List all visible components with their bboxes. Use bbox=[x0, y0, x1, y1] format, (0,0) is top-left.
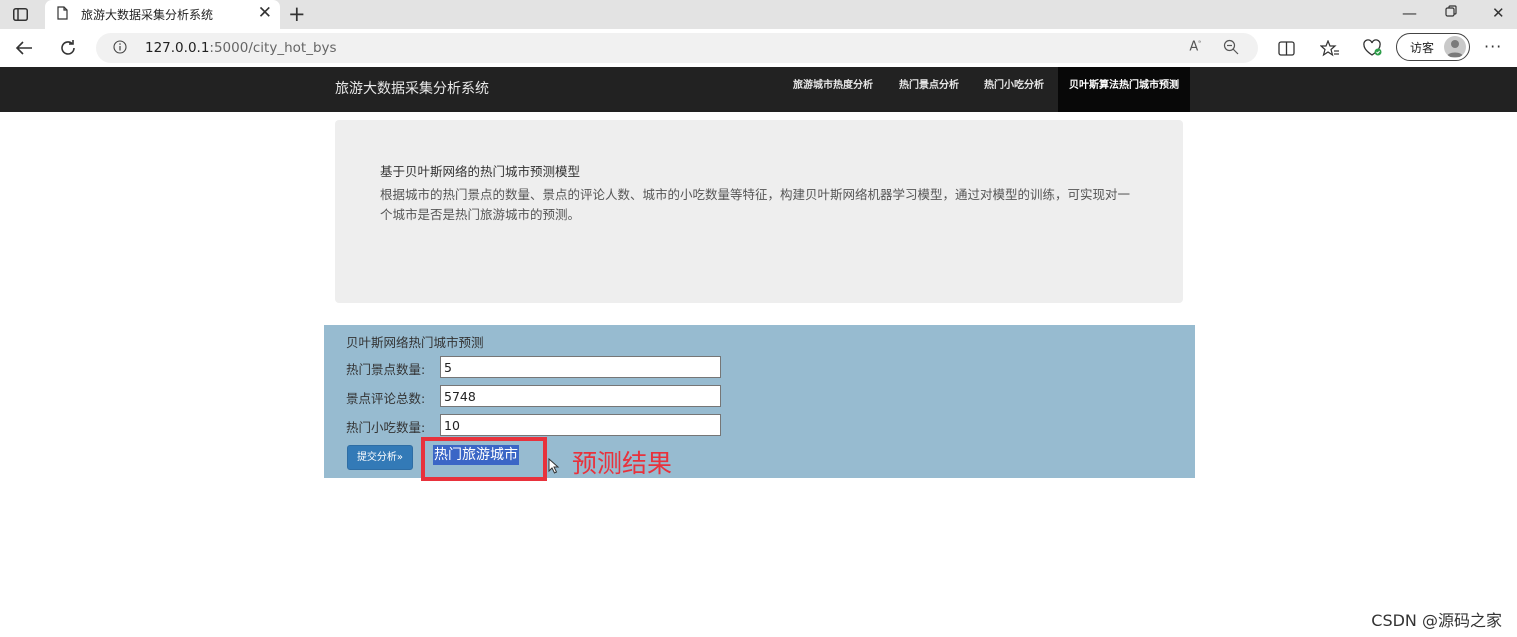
nav-hot-snacks[interactable]: 热门小吃分析 bbox=[984, 67, 1044, 112]
profile-label: 访客 bbox=[1410, 41, 1435, 55]
intro-body: 根据城市的热门景点的数量、景点的评论人数、城市的小吃数量等特征，构建贝叶斯网络机… bbox=[380, 187, 1131, 222]
prediction-result: 热门旅游城市 bbox=[433, 445, 519, 465]
watermark: CSDN @源码之家 bbox=[1371, 611, 1502, 630]
favorites-icon[interactable] bbox=[1319, 37, 1341, 59]
nav-city-heat[interactable]: 旅游城市热度分析 bbox=[793, 67, 873, 112]
attraction-count-label: 热门景点数量: bbox=[346, 362, 426, 377]
site-brand[interactable]: 旅游大数据采集分析系统 bbox=[335, 78, 489, 98]
refresh-icon[interactable] bbox=[57, 37, 79, 59]
profile-button[interactable]: 访客 bbox=[1396, 33, 1470, 61]
mouse-cursor-icon bbox=[548, 458, 560, 474]
snack-count-label: 热门小吃数量: bbox=[346, 420, 426, 435]
nav-hot-attractions[interactable]: 热门景点分析 bbox=[899, 67, 959, 112]
browser-essentials-icon[interactable] bbox=[1362, 37, 1384, 59]
intro-jumbotron: 基于贝叶斯网络的热门城市预测模型 根据城市的热门景点的数量、景点的评论人数、城市… bbox=[335, 120, 1183, 303]
result-highlight-box: 热门旅游城市 bbox=[421, 437, 547, 481]
intro-title: 基于贝叶斯网络的热门城市预测模型 bbox=[380, 164, 581, 179]
close-window-icon[interactable]: ✕ bbox=[1492, 3, 1505, 23]
snack-count-input[interactable] bbox=[440, 414, 721, 436]
avatar-icon bbox=[1444, 36, 1466, 58]
tab-actions-icon[interactable] bbox=[9, 3, 31, 25]
more-options-icon[interactable]: ··· bbox=[1484, 37, 1502, 56]
zoom-icon[interactable] bbox=[1223, 39, 1239, 55]
attraction-count-input[interactable] bbox=[440, 356, 721, 378]
restore-icon[interactable] bbox=[1445, 3, 1458, 23]
panel-title: 贝叶斯网络热门城市预测 bbox=[346, 335, 484, 350]
url-text: 127.0.0.1:5000/city_hot_bys bbox=[145, 40, 337, 56]
tab-title: 旅游大数据采集分析系统 bbox=[81, 8, 214, 22]
url-field[interactable]: 127.0.0.1:5000/city_hot_bys Aᵃ bbox=[96, 33, 1258, 63]
page-icon bbox=[57, 6, 68, 20]
close-tab-icon[interactable]: ✕ bbox=[258, 3, 272, 23]
review-total-label: 景点评论总数: bbox=[346, 391, 426, 406]
read-aloud-icon[interactable]: Aᵃ bbox=[1189, 39, 1201, 54]
browser-tab-bar: 旅游大数据采集分析系统 ✕ + — ✕ bbox=[0, 0, 1517, 29]
result-annotation: 预测结果 bbox=[572, 449, 673, 478]
split-screen-icon[interactable] bbox=[1275, 37, 1297, 59]
browser-tab[interactable]: 旅游大数据采集分析系统 ✕ bbox=[45, 0, 280, 29]
site-navbar: 旅游大数据采集分析系统 旅游城市热度分析 热门景点分析 热门小吃分析 贝叶斯算法… bbox=[0, 67, 1517, 112]
browser-address-bar: 127.0.0.1:5000/city_hot_bys Aᵃ 访客 ··· bbox=[0, 29, 1517, 67]
site-info-icon[interactable] bbox=[113, 40, 127, 54]
back-icon[interactable] bbox=[13, 37, 35, 59]
minimize-icon[interactable]: — bbox=[1402, 3, 1417, 23]
prediction-panel: 贝叶斯网络热门城市预测 热门景点数量: 景点评论总数: 热门小吃数量: 提交分析… bbox=[324, 325, 1195, 481]
submit-analysis-button[interactable]: 提交分析» bbox=[347, 445, 413, 470]
new-tab-icon[interactable]: + bbox=[288, 2, 306, 26]
review-total-input[interactable] bbox=[440, 385, 721, 407]
nav-bayes-prediction[interactable]: 贝叶斯算法热门城市预测 bbox=[1058, 67, 1190, 112]
